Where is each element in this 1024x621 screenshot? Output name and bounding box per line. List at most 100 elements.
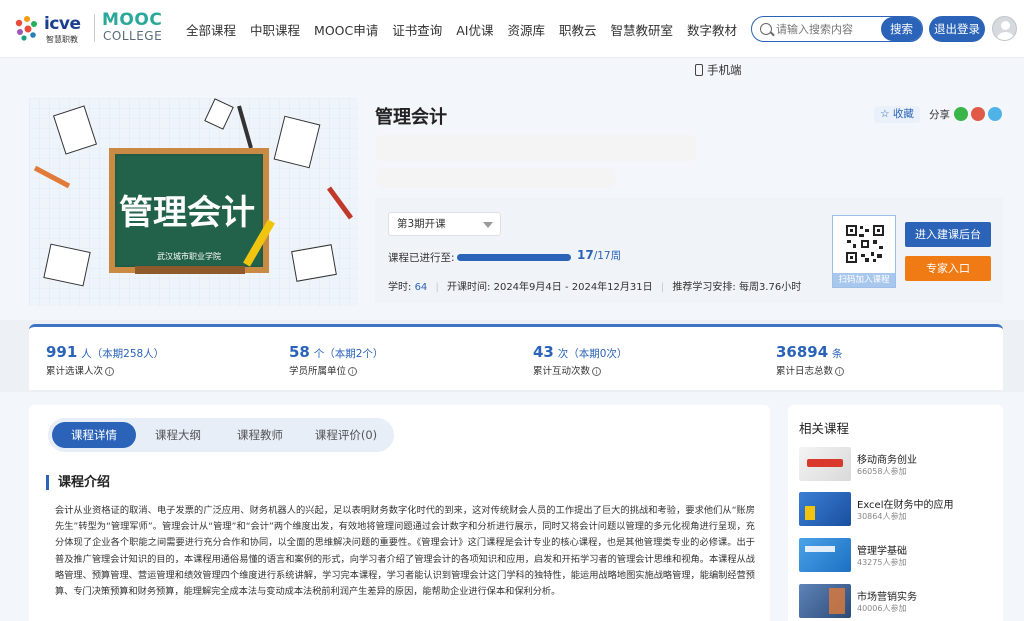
tab-course-outline[interactable]: 课程大纲 — [138, 422, 218, 448]
hours-label: 学时: — [388, 282, 412, 293]
mobile-link-label: 手机端 — [707, 63, 742, 77]
search-input[interactable] — [776, 21, 876, 37]
search-icon — [760, 23, 772, 35]
thumbnail-text-bar — [805, 546, 835, 552]
tab-course-details[interactable]: 课程详情 — [52, 422, 136, 448]
meta-divider: | — [435, 282, 439, 293]
cover-title-text: 管理会计 — [119, 193, 255, 233]
related-course-name: 市场营销实务 — [857, 592, 917, 603]
study-schedule: 推荐学习安排: 每周3.76小时 — [672, 282, 802, 293]
course-period: 开课时间: 2024年9月4日 - 2024年12月31日 — [447, 282, 653, 293]
tab-course-teachers[interactable]: 课程教师 — [220, 422, 300, 448]
related-course-count: 40006人参加 — [857, 604, 907, 613]
related-course-item[interactable]: Excel在财务中的应用 30864人参加 — [799, 492, 999, 528]
progress-label: 课程已进行至: — [388, 252, 455, 264]
blurred-description — [376, 135, 696, 161]
related-courses-title: 相关课程 — [799, 421, 850, 436]
related-course-item[interactable]: 管理学基础 43275人参加 — [799, 538, 999, 574]
icve-logo-text: icve — [44, 14, 81, 34]
enter-backend-button[interactable]: 进入建课后台 — [905, 222, 991, 247]
stat-unit: 个（本期2个） — [313, 348, 384, 360]
nav-item-resource-library[interactable]: 资源库 — [508, 20, 546, 40]
info-icon[interactable]: i — [835, 367, 845, 376]
related-course-name: Excel在财务中的应用 — [857, 500, 954, 511]
nav-item-zjy-cloud[interactable]: 职教云 — [559, 20, 597, 40]
stats-card: 991 人（本期258人） 累计选课人次 i 58 个（本期2个） 学员所属单位 i… — [29, 324, 1003, 390]
stat-label-text: 累计日志总数 — [776, 366, 834, 377]
nav-item-mooc-apply[interactable]: MOOC申请 — [314, 20, 378, 40]
related-course-count: 30864人参加 — [857, 512, 907, 521]
logout-button[interactable]: 退出登录 — [929, 16, 985, 42]
mobile-link[interactable]: 手机端 — [695, 62, 742, 78]
nav-item-ai-courses[interactable]: AI优课 — [456, 20, 493, 40]
course-cover-image: 管理会计 武汉城市职业学院 — [29, 98, 358, 306]
search-button[interactable]: 搜索 — [881, 17, 922, 41]
term-select[interactable]: 第3期开课 — [388, 212, 501, 236]
related-course-item[interactable]: 市场营销实务 40006人参加 — [799, 584, 999, 620]
blurred-description-2 — [376, 168, 616, 188]
related-course-thumbnail — [799, 538, 851, 572]
related-course-item[interactable]: 移动商务创业 66058人参加 — [799, 447, 999, 483]
stat-label: 累计日志总数 i — [776, 363, 845, 377]
course-intro-text: 会计从业资格证的取消、电子发票的广泛应用、财务机器人的兴起，足以表明财务数字化时… — [55, 505, 755, 598]
course-cover-illustration: 管理会计 武汉城市职业学院 — [29, 98, 358, 306]
stat-label-text: 累计互动次数 — [533, 366, 591, 377]
star-icon: ☆ — [880, 108, 890, 120]
mooc-college-logo[interactable]: MOOC COLLEGE — [102, 10, 174, 46]
related-course-count: 66058人参加 — [857, 467, 907, 476]
nav-item-all-courses[interactable]: 全部课程 — [186, 20, 236, 40]
stat-value: 991 — [46, 343, 78, 361]
icve-logo[interactable]: icve 智慧职教 — [12, 12, 88, 44]
phone-icon — [695, 64, 703, 76]
term-select-value: 第3期开课 — [397, 218, 446, 230]
wechat-share-icon[interactable] — [954, 107, 968, 121]
related-course-thumbnail — [799, 447, 851, 481]
stat-label-text: 累计选课人次 — [46, 366, 104, 377]
course-title: 管理会计 — [375, 107, 447, 128]
top-header: icve 智慧职教 MOOC COLLEGE 全部课程 中职课程 MOOC申请 … — [0, 0, 1024, 58]
main-nav: 全部课程 中职课程 MOOC申请 证书查询 AI优课 资源库 职教云 智慧教研室… — [186, 20, 751, 40]
stat-institutions: 58 个（本期2个） 学员所属单位 i — [289, 343, 384, 377]
qr-caption: 扫码加入课程 — [833, 273, 895, 287]
hours-value: 64 — [414, 282, 428, 293]
course-meta: 学时: 64 | 开课时间: 2024年9月4日 - 2024年12月31日 |… — [388, 278, 801, 293]
thumbnail-bar — [805, 506, 815, 520]
nav-item-digital-textbooks[interactable]: 数字教材 — [687, 20, 737, 40]
icve-logo-mark — [15, 16, 37, 41]
cover-school-text: 武汉城市职业学院 — [157, 251, 221, 261]
weibo-share-icon[interactable] — [971, 107, 985, 121]
related-course-name: 管理学基础 — [857, 546, 907, 557]
nav-item-secondary-courses[interactable]: 中职课程 — [250, 20, 300, 40]
related-course-thumbnail — [799, 584, 851, 618]
mooc-logo-text: MOOC — [102, 10, 163, 30]
avatar[interactable] — [992, 16, 1017, 41]
thumbnail-figure — [829, 588, 845, 614]
stat-value: 43 — [533, 343, 554, 361]
info-icon[interactable]: i — [592, 367, 602, 376]
related-course-thumbnail — [799, 492, 851, 526]
info-icon[interactable]: i — [105, 367, 115, 376]
favorite-label: 收藏 — [892, 108, 914, 120]
stat-interactions: 43 次（本期0次） 累计互动次数 i — [533, 343, 628, 377]
qr-code-icon — [845, 224, 885, 264]
stat-label-text: 学员所属单位 — [289, 366, 347, 377]
expert-entry-button[interactable]: 专家入口 — [905, 256, 991, 281]
stat-label: 累计互动次数 i — [533, 363, 602, 377]
progress-current-week: 17 — [577, 248, 594, 262]
info-icon[interactable]: i — [348, 367, 358, 376]
tab-course-reviews[interactable]: 课程评价(0) — [302, 422, 390, 448]
favorite-button[interactable]: ☆ 收藏 — [874, 106, 920, 123]
stat-value: 58 — [289, 343, 310, 361]
college-logo-text: COLLEGE — [103, 29, 163, 43]
stat-unit: 次（本期0次） — [557, 348, 628, 360]
course-tabs: 课程详情 课程大纲 课程教师 课程评价(0) — [48, 418, 394, 452]
nav-item-certificate[interactable]: 证书查询 — [392, 20, 442, 40]
nav-item-teaching-lab[interactable]: 智慧教研室 — [611, 20, 674, 40]
stat-unit: 人（本期258人） — [81, 348, 165, 360]
qq-share-icon[interactable] — [988, 107, 1002, 121]
progress-total-weeks: /17周 — [593, 250, 622, 262]
stat-unit: 条 — [832, 348, 843, 360]
icve-logo-subtext: 智慧职教 — [46, 35, 78, 44]
related-course-count: 43275人参加 — [857, 558, 907, 567]
qr-join-course[interactable]: 扫码加入课程 — [832, 215, 896, 288]
